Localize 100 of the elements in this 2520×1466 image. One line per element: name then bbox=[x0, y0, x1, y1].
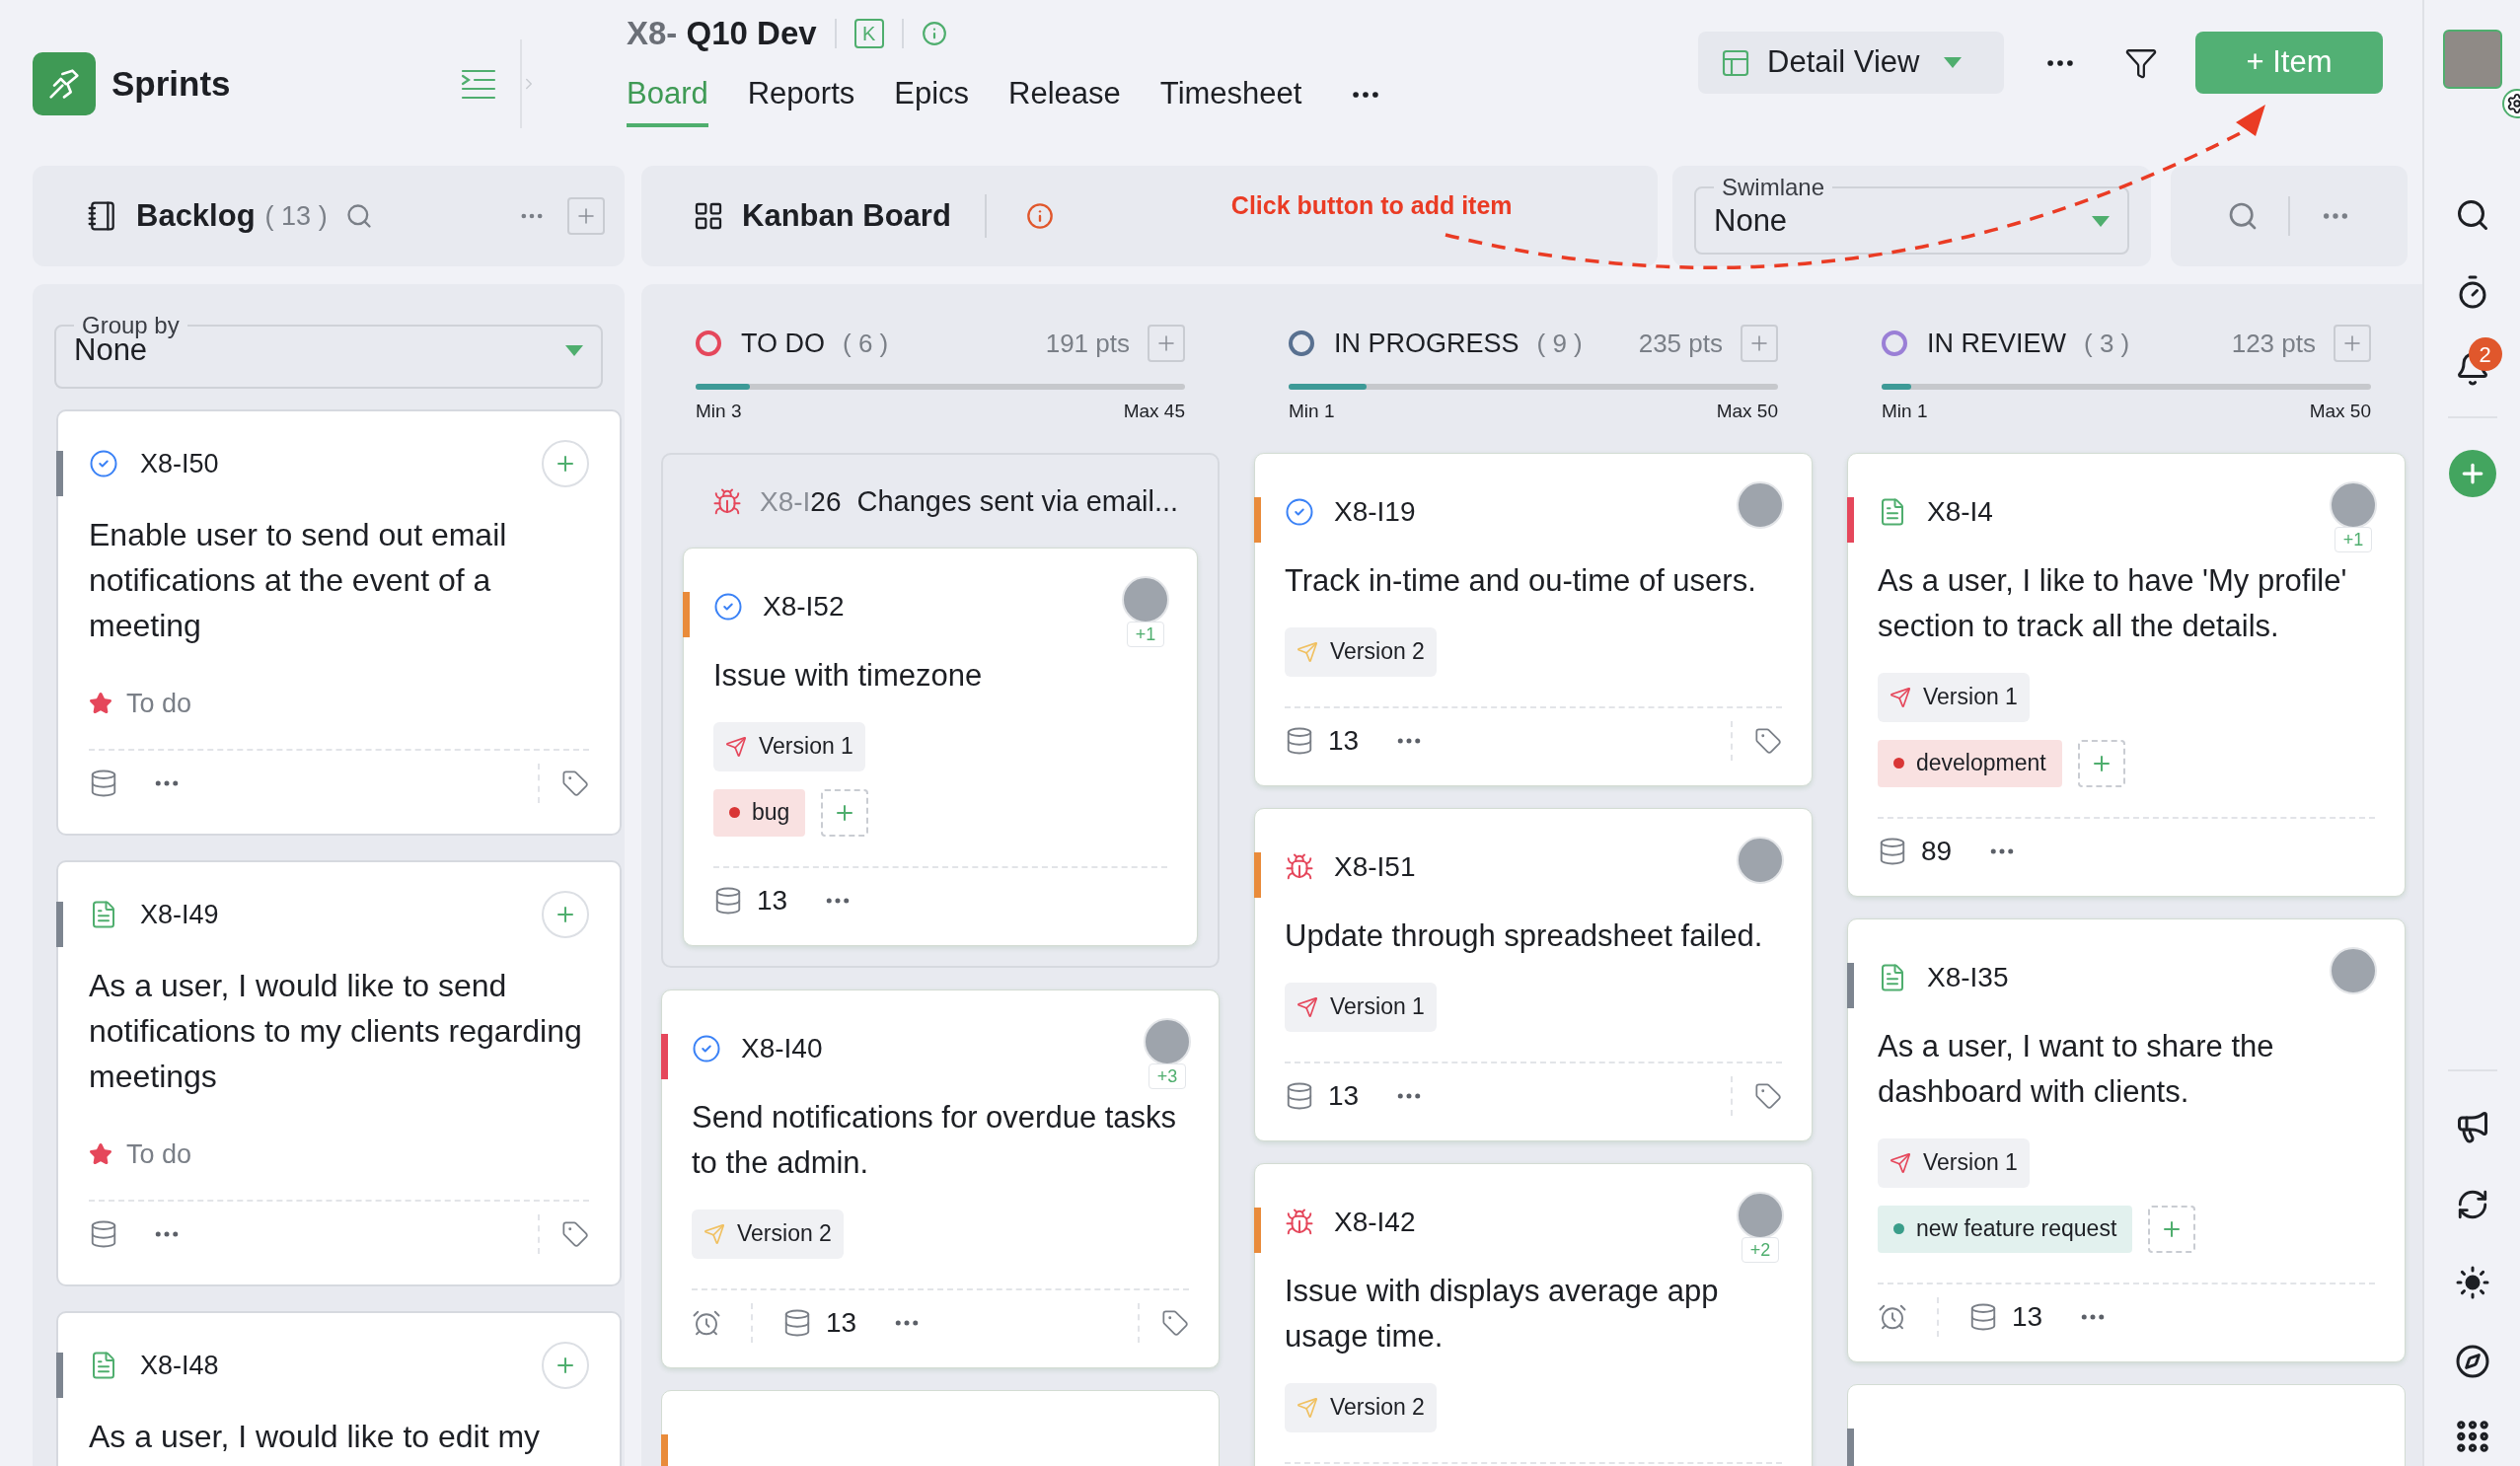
database-icon bbox=[1968, 1301, 1998, 1332]
caret-icon bbox=[1943, 57, 1962, 68]
status-text: To do bbox=[126, 687, 192, 720]
add-button[interactable] bbox=[1148, 325, 1185, 362]
collapse-icon[interactable] bbox=[461, 68, 496, 100]
story-points: 13 bbox=[826, 1305, 857, 1340]
item-id: X8-I42 bbox=[1334, 1205, 1416, 1239]
backlog-title: Backlog bbox=[136, 196, 256, 235]
task-card[interactable]: +1 X8-I52 Issue with timezone Version 1 bug 13 bbox=[683, 547, 1198, 946]
card-title: As a user, I would like to edit my bbox=[89, 1418, 542, 1456]
add-button[interactable] bbox=[2334, 325, 2371, 362]
add-button[interactable] bbox=[567, 197, 605, 235]
card-title: Update through spreadsheet failed. bbox=[1285, 916, 1764, 955]
add-button[interactable] bbox=[2448, 450, 2496, 497]
task-card[interactable]: +1 X8-I4 As a user, I like to have 'My profile' section to track all the details. Version 1 development 89 bbox=[1847, 452, 2406, 897]
column-count: ( 3 ) bbox=[2084, 327, 2130, 360]
card-title: Track in-time and ou-time of users. bbox=[1285, 561, 1757, 600]
release-chip[interactable]: Version 1 bbox=[713, 721, 865, 771]
add-tag-button[interactable] bbox=[2148, 1205, 2196, 1253]
caret-icon bbox=[2092, 215, 2110, 227]
item-id: X8-I35 bbox=[1927, 960, 2009, 994]
tag-chip[interactable]: development bbox=[1878, 739, 2062, 787]
item-id: X8-I19 bbox=[1334, 494, 1416, 529]
column-points: 191 pts bbox=[1045, 327, 1130, 360]
task-card[interactable]: X8-I51 Update through spreadsheet failed. Version 1 13 bbox=[1254, 807, 1813, 1141]
release-chip[interactable]: Version 1 bbox=[1285, 982, 1437, 1032]
bug-icon bbox=[1285, 1207, 1314, 1237]
item-id: X8-I49 bbox=[140, 898, 219, 931]
annotation-text: Click button to add item bbox=[1230, 190, 1513, 222]
column-title: IN PROGRESS bbox=[1334, 327, 1519, 360]
notification-badge: 2 bbox=[2468, 337, 2502, 371]
release-chip[interactable]: Version 1 bbox=[1878, 672, 2030, 722]
nav-tab[interactable]: Epics bbox=[894, 71, 970, 127]
add-tag-icon[interactable] bbox=[561, 770, 589, 797]
database-icon bbox=[1878, 836, 1907, 866]
info-icon[interactable] bbox=[921, 21, 947, 46]
wip-min: Min 3 bbox=[696, 400, 742, 423]
check-circle-icon bbox=[713, 591, 743, 622]
database-icon bbox=[89, 1219, 118, 1249]
add-tag-icon[interactable] bbox=[1754, 1081, 1782, 1110]
column-count: ( 6 ) bbox=[843, 327, 889, 360]
task-card[interactable]: X8-I19 Track in-time and ou-time of users. Version 2 13 bbox=[1254, 452, 1813, 786]
add-tag-icon[interactable] bbox=[561, 1220, 589, 1248]
column-count: ( 9 ) bbox=[1536, 327, 1583, 360]
release-chip[interactable]: Version 2 bbox=[1285, 626, 1437, 677]
tag-chip[interactable]: new feature request bbox=[1878, 1205, 2133, 1253]
add-button[interactable] bbox=[542, 440, 589, 487]
card-title: Issue with displays average app usage time. bbox=[1285, 1272, 1720, 1356]
app-logo[interactable] bbox=[33, 52, 96, 115]
backlog-card[interactable]: X8-I49 As a user, I would like to send notifications to my clients regarding meetings To do bbox=[56, 860, 622, 1286]
database-icon bbox=[782, 1307, 812, 1338]
card-title: As a user, I like to have 'My profile' section to track all the details. bbox=[1878, 561, 2348, 645]
item-id: X8-I48 bbox=[140, 1349, 219, 1382]
item-id: X8-I51 bbox=[1334, 849, 1416, 884]
nav-tab[interactable]: Release bbox=[1008, 71, 1121, 127]
column-title: IN REVIEW bbox=[1927, 327, 2066, 360]
story-points: 13 bbox=[757, 883, 788, 917]
task-card[interactable]: +3 X8-I40 Send notifications for overdue tasks to the admin. Version 2 13 bbox=[661, 989, 1220, 1368]
item-id: X8-I4 bbox=[1927, 494, 1993, 529]
nav-tab[interactable]: Reports bbox=[747, 71, 855, 127]
group-by-select[interactable]: Group by None bbox=[54, 314, 603, 389]
parent-item-title: Changes sent via email... bbox=[856, 483, 1179, 519]
add-tag-icon[interactable] bbox=[1754, 726, 1782, 755]
wip-min: Min 1 bbox=[1882, 400, 1928, 423]
item-id: X8-I52 bbox=[763, 589, 845, 623]
assignee-count: +1 bbox=[2334, 526, 2373, 552]
add-button[interactable] bbox=[542, 891, 589, 938]
add-tag-button[interactable] bbox=[821, 788, 869, 837]
release-chip[interactable]: Version 1 bbox=[1878, 1137, 2030, 1188]
add-button[interactable] bbox=[542, 1342, 589, 1389]
release-chip[interactable]: Version 2 bbox=[1285, 1382, 1437, 1432]
compass-icon[interactable] bbox=[2454, 1344, 2490, 1379]
item-id: X8-I40 bbox=[741, 1031, 823, 1065]
bug-icon bbox=[712, 486, 742, 517]
backlog-card[interactable]: X8-I48 As a user, I would like to edit my bbox=[56, 1311, 622, 1466]
board-title: Kanban Board bbox=[742, 196, 951, 235]
sun-icon[interactable] bbox=[2454, 1265, 2490, 1300]
star-icon bbox=[89, 1142, 112, 1166]
column-points: 123 pts bbox=[2231, 327, 2316, 360]
swimlane-select[interactable]: Swimlane None bbox=[1694, 176, 2129, 255]
task-card[interactable]: +2 X8-I42 Issue with displays average app usage time. Version 2 bbox=[1254, 1162, 1813, 1466]
add-button[interactable] bbox=[1741, 325, 1778, 362]
story-points: 89 bbox=[1921, 834, 1953, 868]
check-circle-icon bbox=[1285, 496, 1314, 527]
add-tag-button[interactable] bbox=[2077, 739, 2125, 787]
nav-tab[interactable]: Timesheet bbox=[1159, 71, 1302, 127]
caret-icon bbox=[565, 344, 583, 356]
card-title: As a user, I would like to send notifications to my clients regarding meetings bbox=[89, 967, 583, 1096]
tag-chip[interactable]: bug bbox=[713, 788, 806, 837]
view-select[interactable]: Detail View bbox=[1698, 32, 2004, 94]
add-tag-icon[interactable] bbox=[1161, 1308, 1189, 1337]
column-points: 235 pts bbox=[1638, 327, 1723, 360]
info-icon[interactable] bbox=[1025, 202, 1054, 230]
backlog-card[interactable]: X8-I50 Enable user to send out email notifications at the event of a meeting To do bbox=[56, 409, 622, 836]
task-card[interactable]: X8-I35 As a user, I want to share the dashboard with clients. Version 1 new feature request 13 bbox=[1847, 917, 2406, 1362]
story-points: 13 bbox=[2012, 1299, 2043, 1334]
card-title: Send notifications for overdue tasks to the admin. bbox=[692, 1098, 1178, 1182]
release-chip[interactable]: Version 2 bbox=[692, 1209, 844, 1259]
star-icon bbox=[89, 692, 112, 715]
column-title: TO DO bbox=[741, 327, 825, 360]
